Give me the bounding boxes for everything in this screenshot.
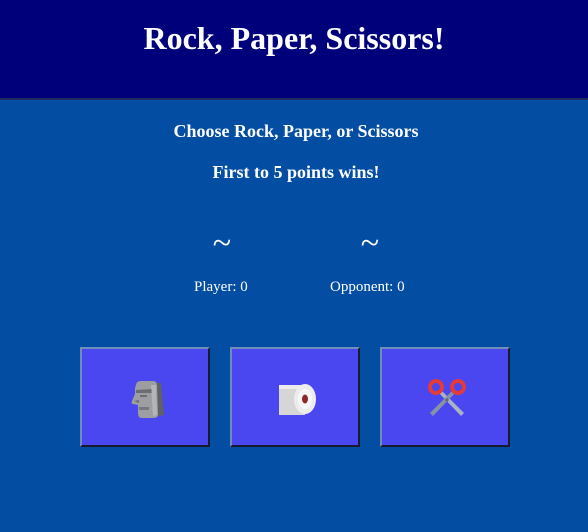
player-choice-display: ~	[212, 225, 232, 262]
rock-button[interactable]	[80, 347, 210, 447]
player-score-label: Player:	[194, 279, 237, 295]
opponent-choice-display: ~	[360, 225, 380, 262]
header-bar: Rock, Paper, Scissors!	[0, 0, 588, 100]
opponent-score-label: Opponent:	[330, 279, 394, 295]
instructions-win-condition: First to 5 points wins!	[212, 162, 380, 182]
toilet-paper-roll-icon	[279, 384, 316, 415]
player-score: Player: 0	[194, 278, 248, 296]
instructions-choose: Choose Rock, Paper, or Scissors	[173, 121, 419, 141]
opponent-score-value: 0	[397, 279, 405, 295]
scissors-icon	[428, 379, 466, 416]
moai-icon	[131, 381, 164, 418]
player-score-value: 0	[240, 279, 248, 295]
page-title: Rock, Paper, Scissors!	[143, 20, 445, 56]
paper-button[interactable]	[230, 347, 360, 447]
scissors-button[interactable]	[380, 347, 510, 447]
opponent-score: Opponent: 0	[330, 278, 405, 296]
